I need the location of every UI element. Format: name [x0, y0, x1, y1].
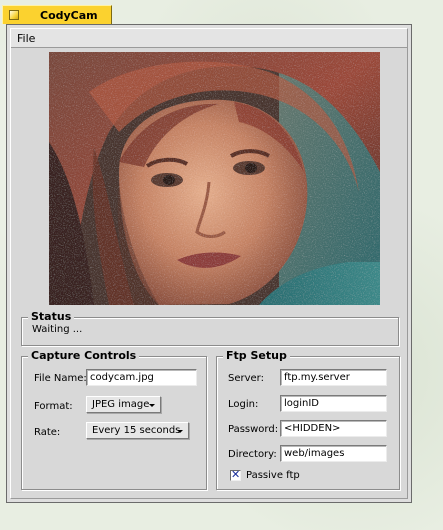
ftp-setup-title: Ftp Setup [223, 349, 290, 362]
server-input[interactable]: ftp.my.server [280, 369, 387, 386]
menu-file[interactable]: File [17, 32, 35, 45]
login-label: Login: [228, 399, 259, 410]
server-label: Server: [228, 373, 264, 384]
ftp-setup-group: Ftp Setup Server: ftp.my.server Login: l… [216, 349, 400, 490]
format-select[interactable]: JPEG image [86, 396, 161, 413]
capture-controls-title: Capture Controls [28, 349, 140, 362]
window-title: CodyCam [40, 9, 98, 22]
status-title: Status [28, 310, 75, 323]
chevron-down-icon [177, 430, 183, 433]
status-text: Waiting ... [32, 324, 83, 335]
capture-controls-group: Capture Controls File Name: codycam.jpg … [21, 349, 207, 490]
window-title-tab[interactable]: CodyCam [2, 5, 112, 24]
passive-ftp-checkbox[interactable]: ✕ [230, 468, 241, 481]
status-group: Status Waiting ... [21, 310, 399, 346]
format-select-value: JPEG image [92, 399, 150, 410]
close-icon[interactable] [9, 10, 19, 20]
rate-select[interactable]: Every 15 seconds [86, 422, 189, 439]
directory-label: Directory: [228, 449, 277, 460]
password-label: Password: [228, 424, 279, 435]
file-name-label: File Name: [34, 373, 87, 384]
menu-bar: File [11, 29, 407, 48]
login-input[interactable]: loginID [280, 395, 387, 412]
password-input[interactable]: <HIDDEN> [280, 420, 387, 437]
webcam-photo [49, 52, 380, 305]
checkmark-icon: ✕ [231, 468, 241, 481]
directory-input[interactable]: web/images [280, 445, 387, 462]
rate-label: Rate: [34, 427, 61, 438]
window-content: File Status Waiting ... Capture Controls… [10, 28, 408, 499]
rate-select-value: Every 15 seconds [92, 425, 181, 436]
app-window: File Status Waiting ... Capture Controls… [6, 24, 412, 503]
chevron-down-icon [149, 404, 155, 407]
format-label: Format: [34, 401, 73, 412]
file-name-input[interactable]: codycam.jpg [86, 369, 197, 386]
passive-ftp-label[interactable]: Passive ftp [246, 470, 300, 481]
webcam-capture-image [49, 52, 380, 305]
